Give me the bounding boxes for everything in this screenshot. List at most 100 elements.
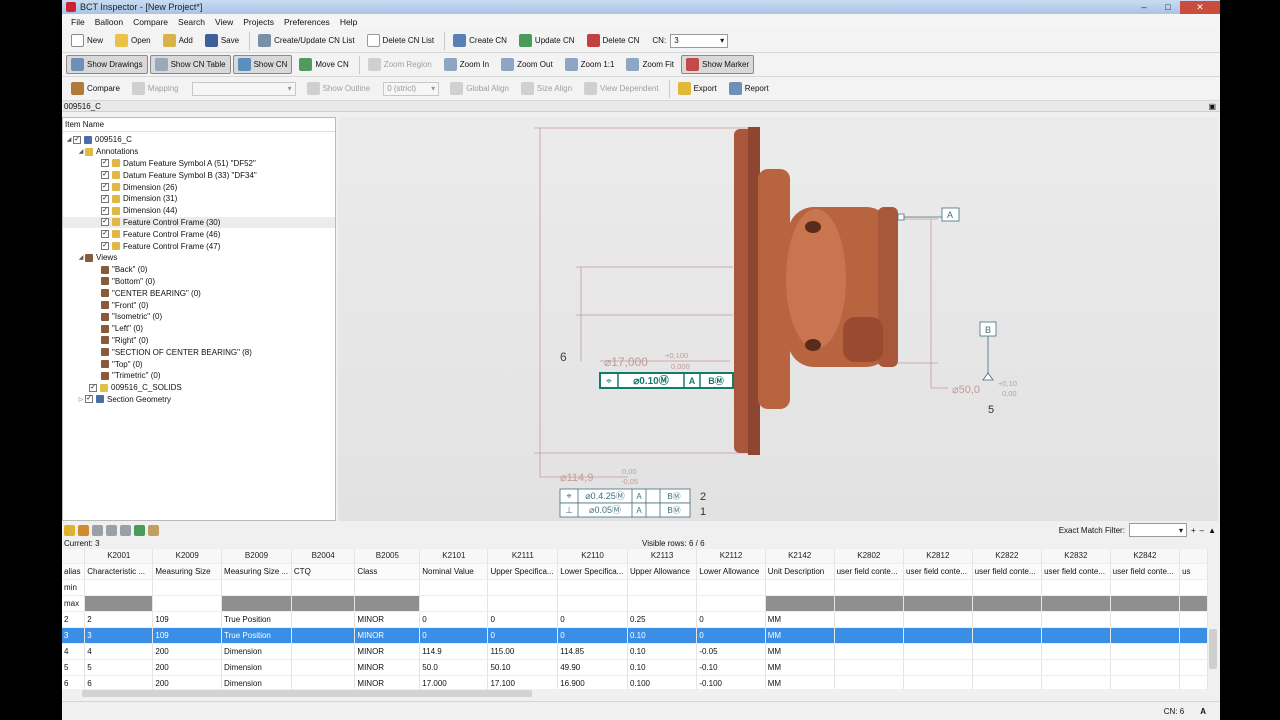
table-cell[interactable] <box>291 611 356 628</box>
table-cell[interactable] <box>1179 675 1208 689</box>
table-cell[interactable]: MM <box>765 611 835 628</box>
tree-node-solids[interactable]: ✓ 009516_C_SOLIDS <box>63 382 335 394</box>
min-cell[interactable] <box>834 579 905 596</box>
column-header[interactable]: Lower Allowance <box>696 563 766 580</box>
max-cell[interactable] <box>903 595 973 612</box>
restore-icon[interactable]: ▣ <box>1208 101 1216 112</box>
table-cell[interactable] <box>1179 627 1208 644</box>
checkbox[interactable]: ✓ <box>73 135 81 144</box>
drawing-viewport[interactable]: A B 6 ⌀17,000 +0,100 0,000 ⌖ ⌀0.10Ⓜ A BⓂ <box>338 117 1218 521</box>
mapping-select[interactable]: ▾ <box>191 81 296 96</box>
min-cell[interactable] <box>972 579 1043 596</box>
min-cell[interactable] <box>696 579 766 596</box>
table-cell[interactable]: True Position <box>221 627 292 644</box>
checkbox[interactable]: ✓ <box>101 242 109 251</box>
tree-node-view[interactable]: "Left" (0) <box>63 323 335 335</box>
table-cell[interactable]: 114.9 <box>419 643 489 660</box>
table-cell[interactable]: 2 <box>62 611 86 628</box>
table-cell[interactable]: True Position <box>221 611 292 628</box>
min-cell[interactable] <box>152 579 223 596</box>
table-cell[interactable] <box>1179 659 1208 676</box>
table-cell[interactable] <box>972 643 1043 660</box>
add-button[interactable]: Add <box>158 31 198 50</box>
zoom-region-button[interactable]: Zoom Region <box>363 55 437 74</box>
tree-node-view[interactable]: "Front" (0) <box>63 299 335 311</box>
collapse-icon[interactable]: ◢ <box>65 136 73 143</box>
min-cell[interactable] <box>1110 579 1181 596</box>
min-cell[interactable] <box>903 579 973 596</box>
max-cell[interactable] <box>1110 595 1181 612</box>
column-header[interactable]: user field conte... <box>834 563 905 580</box>
grid-settings-icon[interactable] <box>106 524 117 536</box>
delete-cn-list-button[interactable]: Delete CN List <box>362 31 440 50</box>
table-cell[interactable]: Dimension <box>221 659 292 676</box>
menu-balloon[interactable]: Balloon <box>90 17 128 27</box>
column-header[interactable]: alias <box>62 563 86 580</box>
table-row[interactable]: 4 4 200 Dimension MINOR 114.9 115.00 114.85 0.10… <box>62 643 1208 660</box>
max-cell[interactable] <box>419 595 489 612</box>
table-cell[interactable] <box>834 627 905 644</box>
table-cell[interactable]: 0 <box>696 611 766 628</box>
table-cell[interactable]: -0.10 <box>696 659 766 676</box>
column-header[interactable]: user field conte... <box>903 563 973 580</box>
menu-projects[interactable]: Projects <box>238 17 279 27</box>
zoom-out-button[interactable]: Zoom Out <box>496 55 558 74</box>
table-cell[interactable] <box>1041 611 1111 628</box>
checkbox[interactable]: ✓ <box>89 383 97 392</box>
min-cell[interactable] <box>354 579 421 596</box>
table-cell[interactable]: 0 <box>419 611 489 628</box>
column-header[interactable]: Unit Description <box>765 563 835 580</box>
table-cell[interactable]: 4 <box>62 643 86 660</box>
min-cell[interactable] <box>419 579 489 596</box>
create-update-cn-list-button[interactable]: Create/Update CN List <box>253 31 359 50</box>
column-chooser-icon[interactable] <box>92 524 103 536</box>
column-header[interactable]: Lower Specifica... <box>557 563 628 580</box>
exact-match-filter-select[interactable]: ▾ <box>1128 523 1187 537</box>
table-cell[interactable]: MM <box>765 659 835 676</box>
column-header[interactable]: CTQ <box>291 563 356 580</box>
update-cn-button[interactable]: Update CN <box>514 31 580 50</box>
table-cell[interactable]: MM <box>765 643 835 660</box>
table-cell[interactable] <box>1110 627 1181 644</box>
table-cell[interactable]: 50.10 <box>487 659 559 676</box>
table-cell[interactable] <box>291 643 356 660</box>
max-cell[interactable] <box>557 595 628 612</box>
table-cell[interactable]: 49.90 <box>557 659 628 676</box>
table-cell[interactable] <box>1110 643 1181 660</box>
table-cell[interactable]: 16.900 <box>557 675 628 689</box>
collapse-panel-icon[interactable]: ▲ <box>1208 526 1216 535</box>
max-cell[interactable] <box>1041 595 1111 612</box>
collapse-icon[interactable]: ◢ <box>77 148 85 155</box>
tree-node-section-geometry[interactable]: ▷ ✓ Section Geometry <box>63 394 335 406</box>
max-cell[interactable] <box>627 595 698 612</box>
checkbox[interactable]: ✓ <box>101 206 109 215</box>
table-cell[interactable]: 17.000 <box>419 675 489 689</box>
table-cell[interactable]: 5 <box>62 659 86 676</box>
tree-node-annotation[interactable]: ✓ Feature Control Frame (30) <box>63 216 335 229</box>
compare-button[interactable]: Compare <box>66 79 125 98</box>
show-cn-table-button[interactable]: Show CN Table <box>149 55 231 74</box>
min-cell[interactable] <box>765 579 835 596</box>
tree-node-view[interactable]: "Bottom" (0) <box>63 276 335 288</box>
checkbox[interactable]: ✓ <box>101 159 109 168</box>
vertical-scrollbar[interactable] <box>1208 549 1218 689</box>
checkbox[interactable]: ✓ <box>85 395 93 404</box>
table-cell[interactable]: 0.10 <box>627 643 698 660</box>
min-cell[interactable] <box>487 579 559 596</box>
min-cell[interactable] <box>221 579 292 596</box>
table-cell[interactable]: 0 <box>419 627 489 644</box>
column-header[interactable]: Measuring Size ... <box>221 563 292 580</box>
max-cell[interactable] <box>84 595 154 612</box>
column-header[interactable]: user field conte... <box>972 563 1043 580</box>
checkbox[interactable]: ✓ <box>101 194 109 203</box>
table-cell[interactable] <box>1041 643 1111 660</box>
table-cell[interactable]: 5 <box>84 659 154 676</box>
table-cell[interactable]: 200 <box>152 675 223 689</box>
table-cell[interactable]: 115.00 <box>487 643 559 660</box>
table-cell[interactable] <box>834 643 905 660</box>
max-cell[interactable] <box>972 595 1043 612</box>
table-cell[interactable]: 3 <box>62 627 86 644</box>
max-cell[interactable] <box>221 595 292 612</box>
delete-cn-button[interactable]: Delete CN <box>582 31 645 50</box>
table-cell[interactable]: MINOR <box>354 675 421 689</box>
